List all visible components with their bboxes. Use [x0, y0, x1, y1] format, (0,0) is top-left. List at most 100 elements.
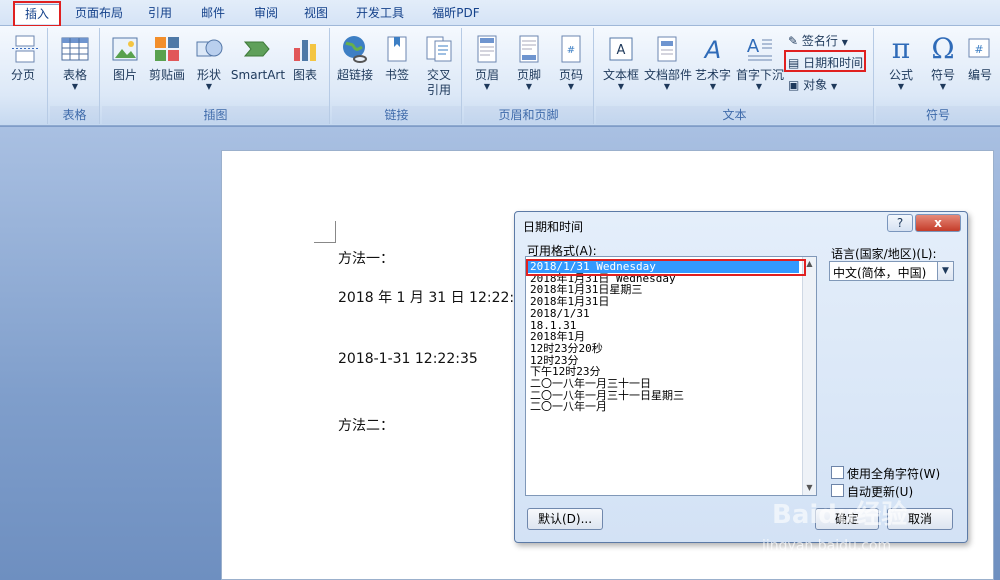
chevron-down-icon: ▼: [483, 82, 491, 91]
smartart-icon: [243, 41, 270, 57]
chevron-down-icon: ▼: [755, 82, 763, 91]
text-box-button[interactable]: A 文本框 ▼: [598, 32, 644, 106]
group-header-footer: 页眉 ▼ 页脚 ▼ # 页码 ▼ 页眉和页脚: [464, 28, 594, 124]
formats-scrollbar[interactable]: ▲ ▼: [802, 257, 816, 495]
scroll-up-icon[interactable]: ▲: [803, 257, 816, 271]
signature-line-button[interactable]: ✎ 签名行 ▼: [788, 32, 848, 50]
tab-references[interactable]: 引用: [142, 4, 178, 24]
chart-button[interactable]: 图表: [282, 32, 328, 106]
object-button[interactable]: ▣ 对象 ▼: [788, 76, 837, 94]
svg-text:#: #: [567, 45, 575, 56]
help-button[interactable]: ?: [887, 214, 913, 232]
group-label-table: 表格: [50, 106, 99, 124]
bookmark-icon: [387, 36, 407, 62]
picture-label: 图片: [112, 68, 137, 82]
date-time-button[interactable]: ▤ 日期和时间: [788, 54, 863, 72]
drop-cap-icon: A: [747, 36, 772, 61]
page-number-label: 页码: [558, 68, 583, 82]
chevron-down-icon: ▼: [567, 82, 575, 91]
signature-line-label: 签名行: [801, 34, 838, 48]
cross-reference-label: 交叉 引用: [426, 68, 451, 97]
equation-button[interactable]: π 公式 ▼: [878, 32, 924, 106]
hyperlink-button[interactable]: 超链接: [332, 32, 378, 106]
footer-icon: [519, 35, 539, 63]
tab-view[interactable]: 视图: [298, 4, 334, 24]
group-text: A 文本框 ▼ 文档部件 ▼ A 艺术字 ▼ A 首字下沉 ▼ ✎ 签名行 ▼ …: [596, 28, 874, 124]
format-item[interactable]: 二〇一八年一月: [530, 401, 607, 413]
doc-line-date-2: 2018-1-31 12:22:35: [338, 351, 478, 367]
formats-list[interactable]: 2018/1/31 Wednesday 2018年1月31日 Wednesday 2…: [525, 256, 817, 496]
table-button[interactable]: 表格 ▼: [52, 32, 98, 106]
svg-text:A: A: [617, 43, 626, 58]
chevron-down-icon: ▼: [663, 82, 671, 91]
chart-label: 图表: [292, 68, 317, 82]
chevron-down-icon: ▼: [525, 82, 533, 91]
chevron-down-icon: ▼: [841, 38, 848, 47]
picture-icon: [112, 37, 138, 61]
group-label-illustrations: 插图: [102, 106, 329, 124]
format-item[interactable]: 2018/1/31: [530, 307, 590, 320]
tab-review[interactable]: 审阅: [248, 4, 284, 24]
header-label: 页眉: [474, 68, 499, 82]
tab-mailings[interactable]: 邮件: [195, 4, 231, 24]
tab-developer[interactable]: 开发工具: [350, 4, 410, 24]
object-label: 对象: [803, 78, 828, 92]
footer-button[interactable]: 页脚 ▼: [506, 32, 552, 106]
chart-icon: [294, 40, 316, 61]
drop-cap-label: 首字下沉: [736, 68, 785, 82]
shapes-button[interactable]: 形状 ▼: [186, 32, 232, 106]
signature-line-icon: ✎: [788, 34, 799, 48]
cross-reference-button[interactable]: 交叉 引用: [416, 32, 462, 106]
group-label-symbols: 符号: [876, 106, 1000, 124]
numbering-icon: #: [968, 38, 990, 58]
svg-text:#: #: [974, 43, 983, 56]
table-icon: [61, 37, 89, 61]
tab-page-layout[interactable]: 页面布局: [70, 4, 128, 24]
quick-parts-icon: [657, 36, 677, 62]
numbering-label: 编号: [967, 68, 992, 82]
chevron-down-icon: ▼: [897, 82, 905, 91]
clip-art-label: 剪贴画: [148, 68, 185, 82]
doc-line-method-two: 方法二：: [338, 418, 394, 434]
fullwidth-checkbox[interactable]: [831, 466, 844, 479]
shapes-icon: [196, 39, 223, 57]
page-number-button[interactable]: # 页码 ▼: [548, 32, 594, 106]
page-break-button[interactable]: 分页: [0, 32, 46, 106]
header-button[interactable]: 页眉 ▼: [464, 32, 510, 106]
chevron-down-icon: ▼: [831, 82, 838, 91]
picture-button[interactable]: 图片: [102, 32, 148, 106]
smartart-label: SmartArt: [230, 68, 286, 82]
table-label: 表格: [62, 68, 87, 82]
watermark-url: jingyan.baidu.com: [762, 538, 892, 554]
svg-text:A: A: [703, 36, 721, 64]
ribbon-tab-bar: 插入 页面布局 引用 邮件 审阅 视图 开发工具 福昕PDF: [0, 0, 1000, 26]
tab-insert[interactable]: 插入: [14, 4, 60, 24]
drop-cap-button[interactable]: A 首字下沉 ▼: [736, 32, 785, 106]
bookmark-button[interactable]: 书签: [374, 32, 420, 106]
text-box-icon: A: [609, 37, 633, 61]
close-button[interactable]: x: [915, 214, 961, 232]
clip-art-button[interactable]: 剪贴画: [144, 32, 190, 106]
group-label-text: 文本: [596, 106, 873, 124]
cross-reference-icon: [426, 36, 452, 62]
dialog-title: 日期和时间: [523, 220, 584, 234]
text-box-label: 文本框: [602, 68, 639, 82]
smartart-button[interactable]: SmartArt: [230, 32, 286, 106]
language-label: 语言(国家/地区)(L):: [831, 247, 937, 261]
group-pages: 分页: [0, 28, 48, 124]
language-select[interactable]: 中文(简体，中国) ▼: [829, 261, 954, 281]
group-links: 超链接 书签 交叉 引用 链接: [332, 28, 462, 124]
wordart-button[interactable]: A 艺术字 ▼: [690, 32, 736, 106]
chevron-down-icon[interactable]: ▼: [937, 262, 953, 280]
fullwidth-label: 使用全角字符(W): [847, 467, 941, 481]
default-button[interactable]: 默认(D)...: [527, 508, 603, 530]
tab-foxit-pdf[interactable]: 福昕PDF: [426, 4, 486, 24]
quick-parts-button[interactable]: 文档部件 ▼: [644, 32, 692, 106]
pi-icon: π: [891, 32, 911, 65]
group-table: 表格 ▼ 表格: [50, 28, 100, 124]
equation-label: 公式: [888, 68, 913, 82]
scroll-down-icon[interactable]: ▼: [803, 481, 816, 495]
ribbon: 分页 表格 ▼ 表格 图片 剪贴画 形状 ▼ SmartArt 图表 插图 超链…: [0, 26, 1000, 126]
numbering-button[interactable]: # 编号: [960, 32, 1000, 106]
svg-text:A: A: [747, 36, 760, 57]
